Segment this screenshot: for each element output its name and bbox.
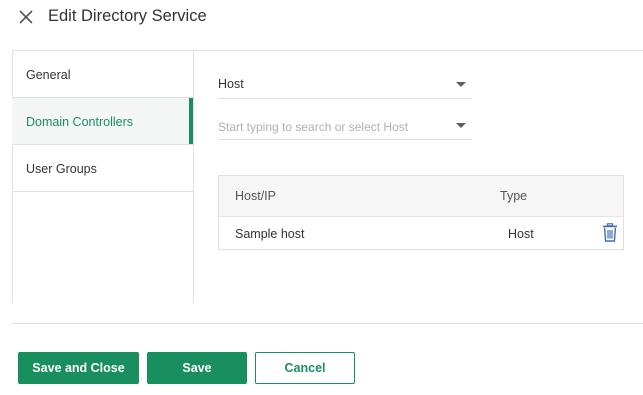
column-header-type: Type [500,189,528,203]
close-icon[interactable] [17,8,35,26]
side-nav: General Domain Controllers User Groups [12,51,193,192]
column-header-host: Host/IP [235,189,276,203]
save-button[interactable]: Save [147,352,247,384]
nav-item-label: Domain Controllers [26,115,133,129]
save-and-close-button[interactable]: Save and Close [18,352,139,384]
cancel-button[interactable]: Cancel [255,352,355,384]
host-search-placeholder: Start typing to search or select Host [218,120,409,134]
host-cell: Sample host [235,227,305,241]
nav-item-label: General [26,68,71,82]
table-header: Host/IP Type [219,176,623,217]
dialog-title: Edit Directory Service [48,7,207,25]
trash-icon[interactable] [602,223,618,242]
dropdown-arrow-icon [456,123,466,128]
nav-item-general[interactable]: General [12,51,193,98]
type-cell: Host [508,227,534,241]
nav-item-label: User Groups [26,162,97,176]
sidebar-divider [193,51,194,303]
nav-item-user-groups[interactable]: User Groups [12,145,193,192]
type-select[interactable]: Host [218,71,472,99]
nav-item-domain-controllers[interactable]: Domain Controllers [12,98,193,145]
dropdown-arrow-icon [456,82,466,87]
hosts-table: Host/IP Type Sample host Host [218,175,624,250]
table-row: Sample host Host [219,216,623,250]
host-search-select[interactable]: Start typing to search or select Host [218,112,472,140]
type-select-value: Host [218,77,244,91]
footer-divider [12,323,643,324]
dialog-header: Edit Directory Service [0,0,643,34]
